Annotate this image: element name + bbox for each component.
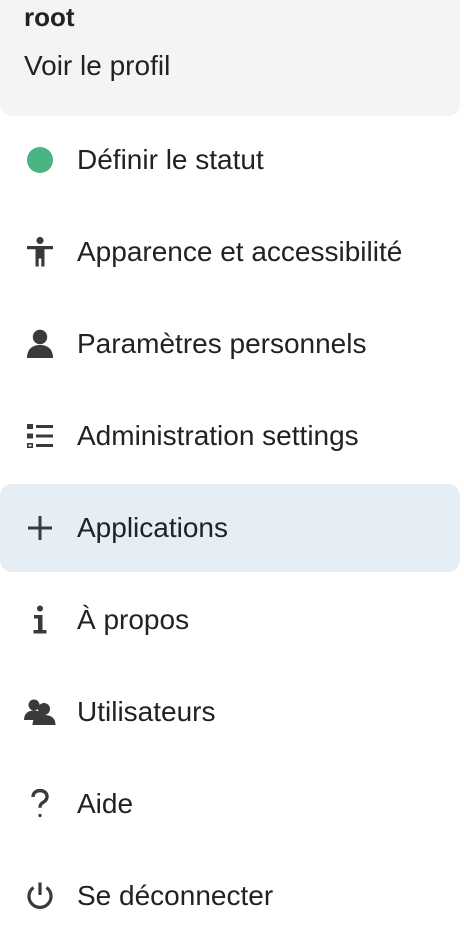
user-menu: root Voir le profil Définir le statut Ap… — [0, 0, 464, 928]
plus-icon — [23, 511, 57, 545]
users-icon — [23, 695, 57, 729]
menu-item-label: Définir le statut — [77, 144, 264, 175]
menu-item-label: Utilisateurs — [77, 696, 216, 727]
menu-item-applications[interactable]: Applications — [0, 484, 460, 572]
menu-item-set-status[interactable]: Définir le statut — [0, 116, 460, 204]
menu-item-personal-settings[interactable]: Paramètres personnels — [0, 300, 460, 388]
menu-item-about[interactable]: À propos — [0, 576, 460, 664]
profile-card[interactable]: root Voir le profil — [0, 0, 460, 116]
status-dot-icon — [23, 143, 57, 177]
menu-item-help[interactable]: Aide — [0, 760, 460, 848]
menu-item-label: Apparence et accessibilité — [77, 236, 403, 267]
help-icon — [23, 787, 57, 821]
menu-item-label: Se déconnecter — [77, 880, 274, 911]
menu-item-administration-settings[interactable]: Administration settings — [0, 392, 460, 480]
accessibility-icon — [23, 235, 57, 269]
profile-username: root — [24, 2, 75, 32]
menu-item-label: À propos — [77, 604, 190, 635]
info-icon — [23, 603, 57, 637]
view-profile-link[interactable]: Voir le profil — [24, 48, 170, 84]
user-icon — [23, 327, 57, 361]
menu-item-label: Administration settings — [77, 420, 359, 451]
menu-item-label: Paramètres personnels — [77, 328, 367, 359]
menu-item-label: Aide — [77, 788, 134, 819]
menu-item-label: Applications — [77, 512, 228, 543]
power-icon — [23, 879, 57, 913]
menu-item-users[interactable]: Utilisateurs — [0, 668, 460, 756]
checklist-icon — [23, 419, 57, 453]
menu-item-appearance[interactable]: Apparence et accessibilité — [0, 208, 460, 296]
menu-item-logout[interactable]: Se déconnecter — [0, 852, 460, 928]
